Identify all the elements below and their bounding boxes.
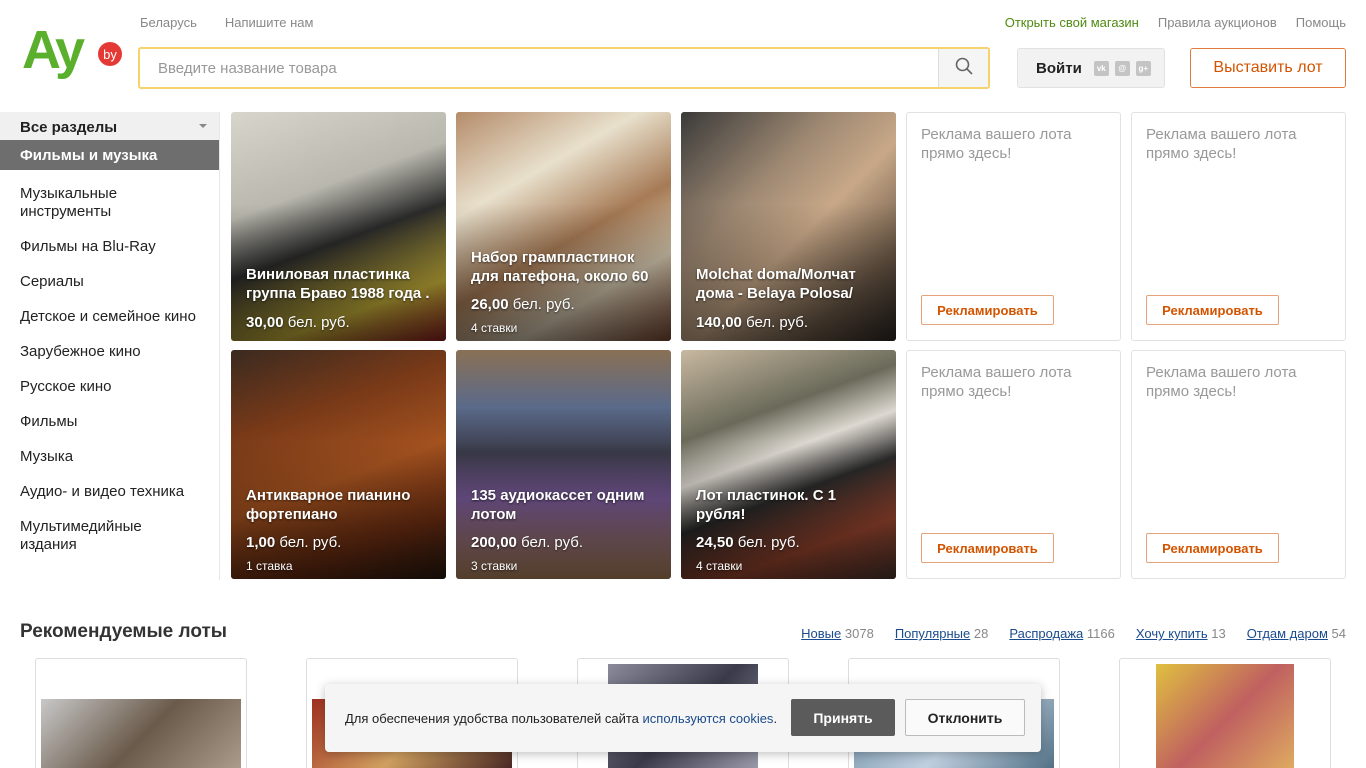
tab-give-away[interactable]: Отдам даром 54 [1247, 626, 1346, 641]
search-button[interactable] [938, 49, 988, 87]
top-right-links: Открыть свой магазин Правила аукционов П… [1005, 15, 1346, 30]
lot-image [1156, 664, 1294, 768]
advertise-button[interactable]: Рекламировать [1146, 295, 1279, 325]
search-input[interactable] [140, 49, 938, 87]
ad-slot: Реклама вашего лота прямо здесь! Реклами… [906, 112, 1121, 341]
recommended-card[interactable] [35, 658, 247, 768]
sell-lot-button[interactable]: Выставить лот [1190, 48, 1346, 88]
lot-bids: 4 ставки [696, 559, 743, 573]
ad-text: Реклама вашего лота прямо здесь! [1146, 364, 1297, 400]
ad-text: Реклама вашего лота прямо здесь! [921, 364, 1072, 400]
lot-title: Лот пластинок. С 1 рубля! [696, 487, 837, 523]
lot-title: Molchat doma/Молчат дома - Belaya Polosa… [696, 266, 856, 302]
ad-text: Реклама вашего лота прямо здесь! [1146, 126, 1297, 162]
tab-sale[interactable]: Распродажа 1166 [1009, 626, 1115, 641]
lot-tile[interactable]: Лот пластинок. С 1 рубля! 24,50 бел. руб… [681, 350, 896, 579]
google-plus-icon[interactable]: g+ [1135, 60, 1151, 76]
sidebar-item-series[interactable]: Сериалы [0, 273, 219, 291]
lot-tile[interactable]: Набор грампластинок для патефона, около … [456, 112, 671, 341]
lot-price: 1,00 бел. руб. [246, 534, 342, 551]
lot-title: Виниловая пластинка группа Браво 1988 го… [246, 266, 430, 302]
search-icon [955, 57, 973, 80]
lot-tile[interactable]: Molchat doma/Молчат дома - Belaya Polosa… [681, 112, 896, 341]
sidebar-item-multimedia[interactable]: Мультимедийные издания [0, 518, 219, 554]
ad-text: Реклама вашего лота прямо здесь! [921, 126, 1072, 162]
lot-price: 26,00 бел. руб. [471, 296, 575, 313]
advertise-button[interactable]: Рекламировать [1146, 533, 1279, 563]
lot-tile[interactable]: Антикварное пианино фортепиано 1,00 бел.… [231, 350, 446, 579]
recommended-title: Рекомендуемые лоты [20, 621, 228, 642]
ad-slot: Реклама вашего лота прямо здесь! Реклами… [1131, 350, 1346, 579]
advertise-button[interactable]: Рекламировать [921, 533, 1054, 563]
logo-badge: by [103, 47, 117, 62]
lot-image [41, 699, 241, 768]
lot-tile[interactable]: 135 аудиокассет одним лотом 200,00 бел. … [456, 350, 671, 579]
tab-want-to-buy[interactable]: Хочу купить 13 [1136, 626, 1226, 641]
sidebar-item-musical-instruments[interactable]: Музыкальные инструменты [0, 185, 219, 221]
sidebar-item-movies[interactable]: Фильмы [0, 413, 219, 431]
top-left-links: Беларусь Напишите нам [140, 15, 313, 30]
auction-rules-link[interactable]: Правила аукционов [1158, 15, 1277, 30]
region-link[interactable]: Беларусь [140, 15, 197, 30]
logo-text: Ay [22, 20, 85, 80]
login-label: Войти [1036, 59, 1082, 77]
advertise-button[interactable]: Рекламировать [921, 295, 1054, 325]
help-link[interactable]: Помощь [1296, 15, 1346, 30]
lot-price: 24,50 бел. руб. [696, 534, 800, 551]
recommended-tabs: Новые 3078 Популярные 28 Распродажа 1166… [801, 626, 1346, 641]
lot-bids: 3 ставки [471, 559, 518, 573]
category-sidebar: Все разделы Фильмы и музыка Музыкальные … [0, 112, 220, 580]
lot-price: 140,00 бел. руб. [696, 314, 809, 331]
open-shop-link[interactable]: Открыть свой магазин [1005, 15, 1139, 30]
lot-bids: 1 ставка [246, 559, 293, 573]
active-category[interactable]: Фильмы и музыка [0, 140, 219, 170]
lot-title: Набор грампластинок для патефона, около … [471, 249, 649, 285]
tab-new[interactable]: Новые 3078 [801, 626, 874, 641]
all-sections-label: Все разделы [20, 119, 118, 136]
sidebar-item-audio-video[interactable]: Аудио- и видео техника [0, 483, 219, 501]
category-list: Музыкальные инструменты Фильмы на Blu-Ra… [0, 170, 219, 554]
login-button[interactable]: Войти vk @ g+ [1017, 48, 1165, 88]
lot-tile[interactable]: Виниловая пластинка группа Браво 1988 го… [231, 112, 446, 341]
lot-title: Антикварное пианино фортепиано [246, 487, 411, 523]
ad-slot: Реклама вашего лота прямо здесь! Реклами… [906, 350, 1121, 579]
recommended-card[interactable] [1119, 658, 1331, 768]
ad-slot: Реклама вашего лота прямо здесь! Реклами… [1131, 112, 1346, 341]
sidebar-item-foreign-movies[interactable]: Зарубежное кино [0, 343, 219, 361]
chevron-down-icon [199, 124, 207, 128]
lot-price: 30,00 бел. руб. [246, 314, 350, 331]
sidebar-item-family-movies[interactable]: Детское и семейное кино [0, 308, 219, 326]
sidebar-item-blu-ray[interactable]: Фильмы на Blu-Ray [0, 238, 219, 256]
site-logo[interactable]: Ay by [22, 20, 124, 80]
accept-cookies-button[interactable]: Принять [791, 699, 895, 736]
lot-bids: 4 ставки [471, 321, 518, 335]
vk-icon[interactable]: vk [1093, 60, 1109, 76]
sidebar-item-music[interactable]: Музыка [0, 448, 219, 466]
lot-price: 200,00 бел. руб. [471, 534, 584, 551]
cookies-link[interactable]: используются cookies [643, 711, 774, 726]
tab-popular[interactable]: Популярные 28 [895, 626, 989, 641]
sidebar-item-russian-movies[interactable]: Русское кино [0, 378, 219, 396]
cookie-text: Для обеспечения удобства пользователей с… [345, 711, 778, 726]
cookie-banner: Для обеспечения удобства пользователей с… [325, 684, 1041, 752]
search-bar [138, 47, 990, 89]
lot-title: 135 аудиокассет одним лотом [471, 487, 645, 523]
decline-cookies-button[interactable]: Отклонить [905, 699, 1025, 736]
mail-icon[interactable]: @ [1114, 60, 1130, 76]
all-sections-dropdown[interactable]: Все разделы [0, 112, 219, 140]
contact-link[interactable]: Напишите нам [225, 15, 314, 30]
